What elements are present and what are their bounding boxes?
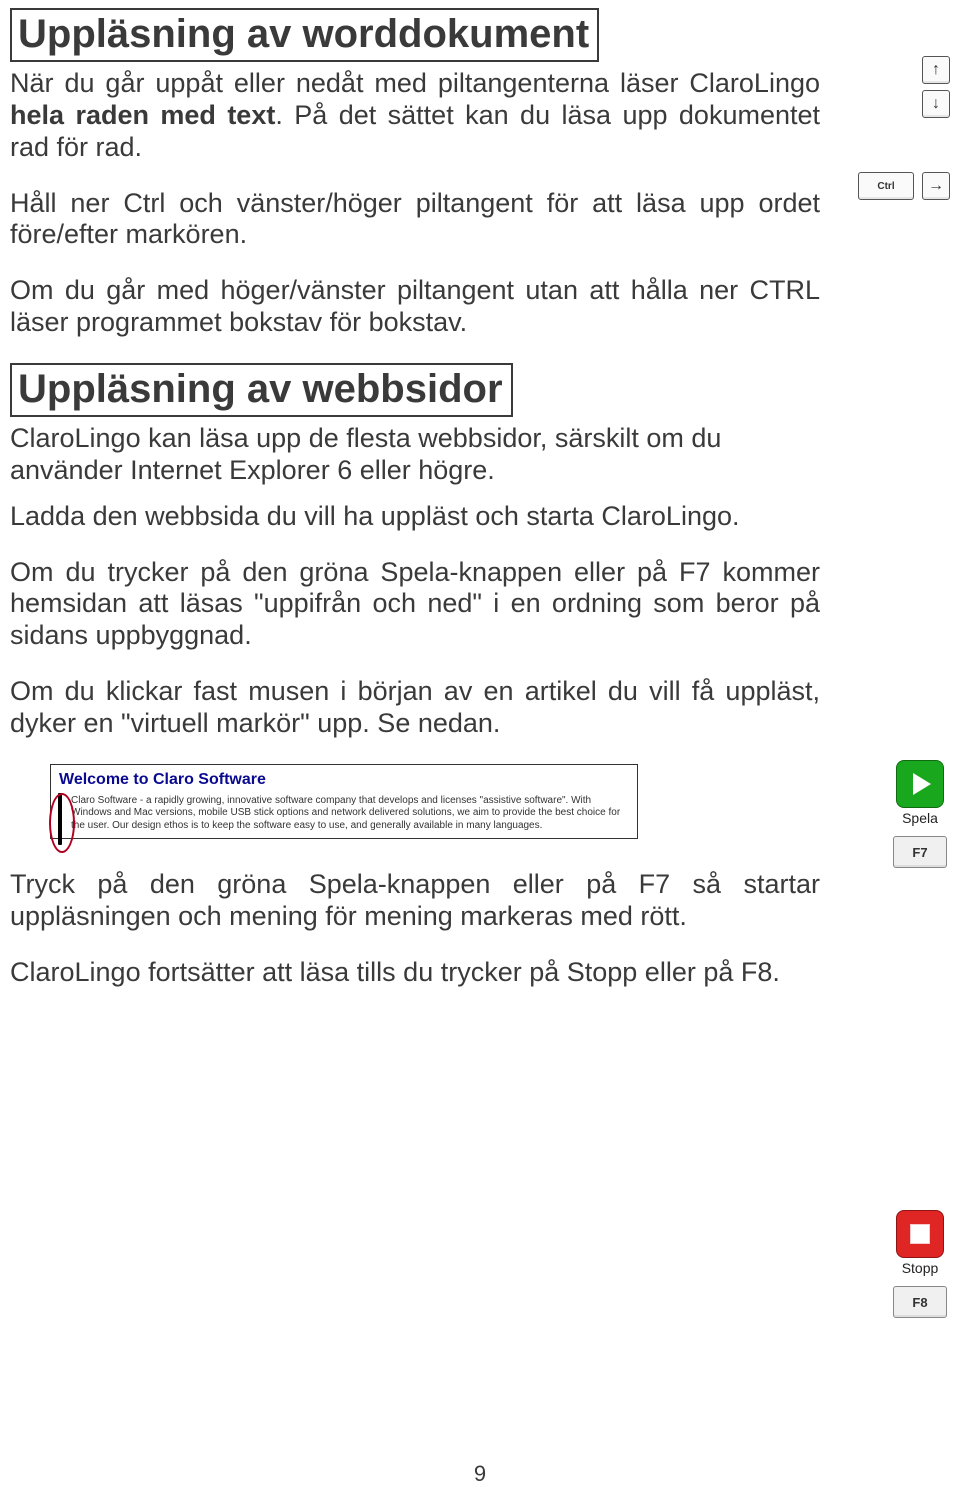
web-screenshot-title: Welcome to Claro Software bbox=[59, 771, 629, 789]
up-arrow-key: ↑ bbox=[922, 56, 950, 84]
para-web-stop-f8: ClaroLingo fortsätter att läsa tills du … bbox=[10, 957, 820, 989]
para-arrow-letter: Om du går med höger/vänster piltangent u… bbox=[10, 275, 820, 339]
play-icon bbox=[896, 760, 944, 808]
para-web-intro: ClaroLingo kan läsa upp de flesta webbsi… bbox=[10, 423, 820, 487]
right-arrow-key: → bbox=[922, 172, 950, 200]
web-screenshot: Welcome to Claro Software Claro Software… bbox=[50, 764, 638, 840]
virtual-cursor-marker bbox=[53, 793, 67, 849]
para-web-virtual-cursor: Om du klickar fast musen i början av en … bbox=[10, 676, 820, 740]
stop-icon bbox=[896, 1210, 944, 1258]
para-web-start-reading: Tryck på den gröna Spela-knappen eller p… bbox=[10, 869, 820, 933]
para-web-load: Ladda den webbsida du vill ha uppläst oc… bbox=[10, 501, 820, 533]
para-web-play-f7: Om du trycker på den gröna Spela-knappen… bbox=[10, 557, 820, 653]
heading-webpages: Uppläsning av webbsidor bbox=[10, 363, 513, 417]
page-number: 9 bbox=[0, 1461, 960, 1487]
down-arrow-key: ↓ bbox=[922, 90, 950, 118]
para-ctrl-arrow-word: Håll ner Ctrl och vänster/höger piltange… bbox=[10, 188, 820, 252]
ctrl-key: Ctrl bbox=[858, 172, 914, 200]
f7-key: F7 bbox=[893, 836, 947, 868]
ctrl-right-keys: Ctrl → bbox=[858, 172, 950, 200]
arrow-keys-up-down: ↑ ↓ bbox=[922, 56, 950, 118]
f8-key: F8 bbox=[893, 1286, 947, 1318]
heading-word-documents: Uppläsning av worddokument bbox=[10, 8, 599, 62]
web-screenshot-body: Claro Software - a rapidly growing, inno… bbox=[59, 795, 629, 833]
stop-label: Stopp bbox=[890, 1260, 950, 1276]
play-label: Spela bbox=[890, 810, 950, 826]
play-button-group: Spela F7 bbox=[890, 760, 950, 868]
para-arrows-read-line: När du går uppåt eller nedåt med piltang… bbox=[10, 68, 820, 164]
stop-button-group: Stopp F8 bbox=[890, 1210, 950, 1318]
